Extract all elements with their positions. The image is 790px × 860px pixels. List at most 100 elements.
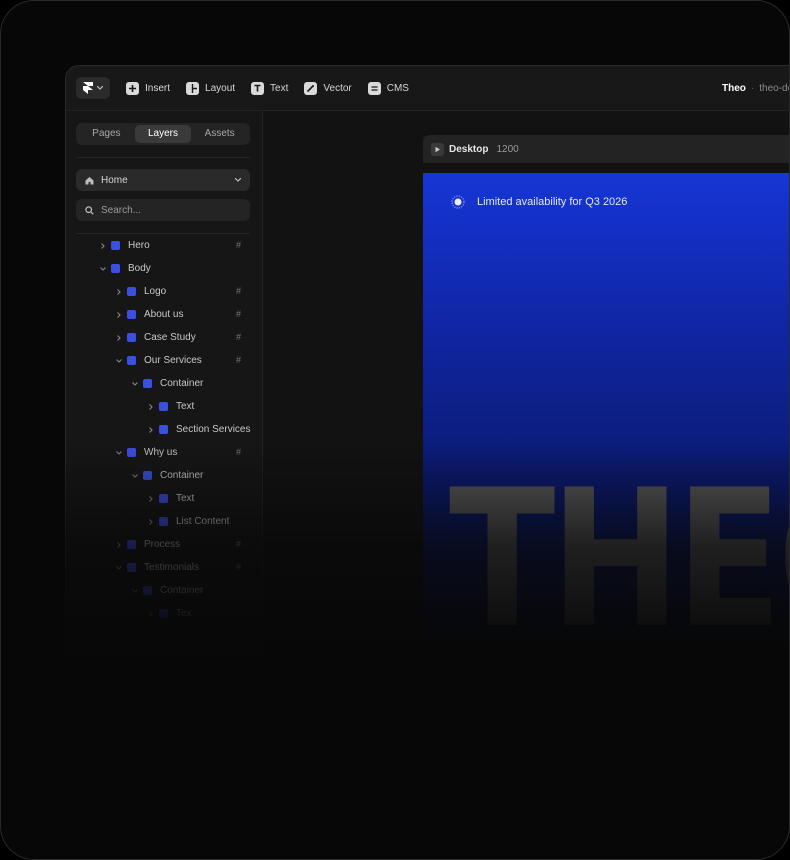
layer-row[interactable]: Text [66,488,262,511]
layer-frame-icon [127,540,136,549]
chevron-right-icon[interactable] [148,611,154,617]
frame-header[interactable]: Desktop 1200 [423,135,789,163]
page-select[interactable]: Home [76,169,250,191]
layer-label: Text [176,493,195,504]
availability-text: Limited availability for Q3 2026 [477,196,628,208]
layer-label: Container [160,378,204,389]
sparkle-icon [451,195,465,209]
project-name: Theo [722,82,746,94]
text-icon [251,81,265,95]
chevron-down-icon[interactable] [116,358,122,364]
layer-frame-icon [111,241,120,250]
layer-row[interactable]: List Content [66,511,262,534]
layer-link-icon: # [236,286,242,296]
layer-frame-icon [127,448,136,457]
layout-button[interactable]: Layout [186,81,235,95]
layer-row[interactable]: Section Services [66,419,262,442]
layout-icon [186,81,200,95]
layer-label: Body [128,263,151,274]
project-title[interactable]: Theo · theo-de [722,66,790,110]
layer-label: Case Study [144,332,196,343]
text-label: Text [270,82,289,94]
layer-frame-icon [143,379,152,388]
sidebar-divider [76,157,250,158]
layer-label: Section Services [176,424,251,435]
layer-row[interactable]: Container [66,465,262,488]
layer-row[interactable]: Logo # [66,281,262,304]
cms-button[interactable]: CMS [367,81,409,95]
layer-label: Our Services [144,355,202,366]
vector-button[interactable]: Vector [304,81,352,95]
layer-label: Container [160,585,204,596]
text-button[interactable]: Text [251,81,289,95]
insert-button[interactable]: Insert [126,81,170,95]
chevron-right-icon[interactable] [116,289,122,295]
layer-frame-icon [127,310,136,319]
chevron-right-icon[interactable] [116,335,122,341]
vector-label: Vector [323,82,352,94]
layer-label: Why us [144,447,178,458]
layer-frame-icon [159,402,168,411]
site-preview[interactable]: Limited availability for Q3 2026 THEO [423,173,789,686]
layer-row[interactable]: Hero # [66,235,262,258]
chevron-right-icon[interactable] [148,519,154,525]
layer-label: List Content [176,516,230,527]
layer-label: Hero [128,240,150,251]
chevron-down-icon[interactable] [116,450,122,456]
layer-label: Logo [144,286,167,297]
layer-link-icon: # [236,355,242,365]
chevron-right-icon[interactable] [148,496,154,502]
layer-row[interactable]: About us # [66,304,262,327]
layer-row[interactable]: Container [66,373,262,396]
layer-row[interactable]: Text [66,396,262,419]
chevron-right-icon[interactable] [116,542,122,548]
chevron-down-icon[interactable] [100,266,106,272]
layer-label: About us [144,309,184,320]
layer-row[interactable]: Case Study # [66,327,262,350]
tab-layers[interactable]: Layers [134,125,192,143]
cms-label: CMS [386,82,409,94]
chevron-right-icon[interactable] [100,243,106,249]
chevron-down-icon[interactable] [132,381,138,387]
layer-frame-icon [127,287,136,296]
layer-label: Testimonials [144,562,200,573]
sidebar-tabs: Pages Layers Assets [76,123,250,145]
chevron-down-icon[interactable] [116,565,122,571]
page-select-value: Home [101,174,128,186]
frame-width: 1200 [496,143,519,155]
project-slug: theo-de [759,82,790,94]
search-icon [85,205,94,215]
layer-row[interactable]: Testimonials # [66,557,262,580]
layer-frame-icon [159,425,168,434]
layer-row[interactable]: Tex [66,603,262,626]
layer-frame-icon [127,356,136,365]
layer-link-icon: # [236,447,242,457]
layer-row[interactable]: Container [66,580,262,603]
layer-link-icon: # [236,332,242,342]
top-toolbar: Insert Layout Text Vector CMS Theo · the… [66,66,790,111]
tab-pages[interactable]: Pages [78,125,135,143]
layer-row[interactable]: Why us # [66,442,262,465]
layer-search-input[interactable]: Search... [76,199,250,221]
design-canvas[interactable]: Desktop 1200 Limited availability for Q3… [263,111,789,686]
frame-name: Desktop [449,143,489,155]
chevron-right-icon[interactable] [148,427,154,433]
chevron-down-icon[interactable] [132,473,138,479]
app-menu-button[interactable] [76,77,110,99]
chevron-right-icon[interactable] [116,312,122,318]
layer-link-icon: # [236,539,242,549]
left-sidebar: Pages Layers Assets Home Search... Hero #… [66,111,263,686]
chevron-down-icon[interactable] [132,588,138,594]
layer-link-icon: # [236,240,242,250]
layer-label: Tex [176,608,192,619]
layer-row[interactable]: Body [66,258,262,281]
layer-row[interactable]: Our Services # [66,350,262,373]
search-placeholder: Search... [101,204,142,216]
database-icon [367,81,381,95]
play-icon[interactable] [431,142,444,156]
layer-row[interactable]: Process # [66,534,262,557]
home-icon [85,176,94,184]
layer-frame-icon [159,494,168,503]
tab-assets[interactable]: Assets [191,125,248,143]
chevron-right-icon[interactable] [148,404,154,410]
